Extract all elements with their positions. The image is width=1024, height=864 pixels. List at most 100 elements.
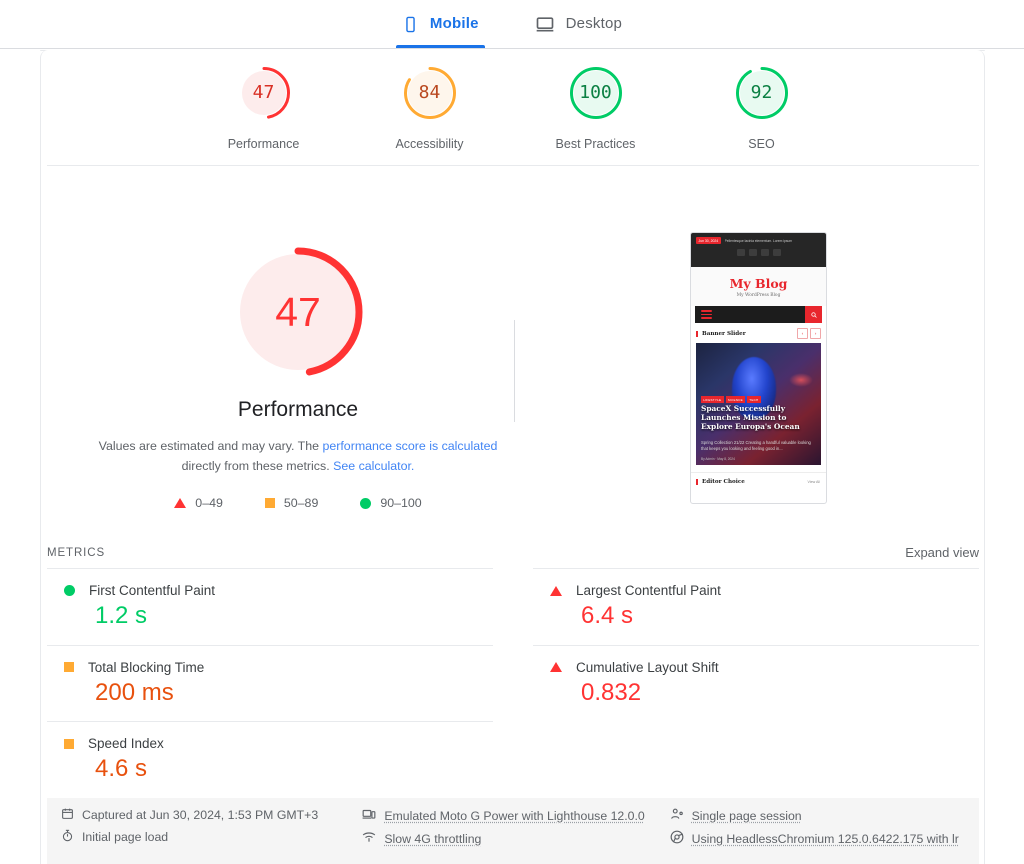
gauge-label-seo: SEO — [748, 137, 775, 151]
env-user-agent[interactable]: Using HeadlessChromium 125.0.6422.175 wi… — [670, 830, 965, 847]
metric-name-tbt: Total Blocking Time — [88, 659, 205, 675]
thumb-tag-science: SCIENCE — [725, 396, 746, 403]
thumb-section-title: Banner Slider — [696, 330, 746, 337]
gauge-label-best-practices: Best Practices — [555, 137, 636, 151]
thumb-tag-tech: TECH — [747, 396, 761, 403]
gauge-value-accessibility: 84 — [418, 82, 441, 103]
score-gauge-best-practices[interactable]: 100 Best Practices — [541, 65, 651, 151]
expand-view-button[interactable]: Expand view — [905, 545, 979, 560]
chevron-left-icon: ‹ — [797, 328, 808, 339]
thumb-social-row — [696, 249, 821, 257]
hero-gauge-value: 47 — [275, 288, 321, 335]
thumb-topbar: Jun 30, 2024 Pellentesque lacinia elemen… — [691, 233, 826, 267]
thumb-meta: By Admin · May 8, 2024 — [701, 457, 735, 461]
thumb-hero-image: LIFESTYLE SCIENCE TECH SpaceX Successful… — [696, 343, 821, 465]
metric-value-si: 4.6 s — [95, 755, 148, 783]
gauge-ring-seo: 92 — [734, 65, 790, 121]
thumb-ticker-text: Pellentesque lacinia elementum. Lorem ip… — [724, 238, 793, 243]
see-calculator-link[interactable]: See calculator. — [333, 459, 414, 473]
category-score-row: 47 Performance 84 Accessibility 100 Best… — [41, 51, 984, 165]
devices-icon — [362, 807, 376, 824]
hero-gauge: 47 — [232, 246, 364, 378]
tab-mobile[interactable]: Mobile — [395, 0, 485, 48]
env-single-page-session-text[interactable]: Single page session — [692, 809, 802, 823]
env-user-agent-text[interactable]: Using HeadlessChromium 125.0.6422.175 wi… — [692, 832, 959, 846]
metric-name-si: Speed Index — [88, 736, 164, 752]
network-icon — [362, 830, 376, 847]
thumb-brand-tagline: My WordPress Blog — [736, 293, 781, 298]
legend-range-poor: 0–49 — [195, 496, 223, 510]
thumb-headline: SpaceX Successfully Launches Mission to … — [701, 404, 800, 431]
performance-score-link[interactable]: performance score is calculated — [322, 439, 497, 453]
triangle-red-icon — [550, 662, 562, 673]
mobile-phone-icon — [402, 16, 419, 33]
env-emulated-device[interactable]: Emulated Moto G Power with Lighthouse 12… — [362, 807, 669, 824]
social-linkedin-icon — [760, 249, 769, 257]
env-single-page-session[interactable]: Single page session — [670, 807, 965, 824]
performance-hero: 47 Performance Values are estimated and … — [41, 166, 984, 538]
metric-value-cls: 0.832 — [581, 678, 642, 706]
env-throttling-text[interactable]: Slow 4G throttling — [384, 832, 481, 846]
env-throttling[interactable]: Slow 4G throttling — [362, 830, 669, 847]
environment-column-3: Single page session Using HeadlessChromi… — [670, 807, 965, 864]
thumb-section-row: Banner Slider ‹ › — [691, 323, 826, 343]
thumb-brand-block: My Blog My WordPress Blog — [691, 267, 826, 306]
hero-vertical-divider — [514, 320, 515, 422]
triangle-red-icon — [174, 498, 187, 508]
gauge-ring-best-practices: 100 — [568, 65, 624, 121]
gauge-label-performance: Performance — [227, 137, 300, 151]
metric-row-si[interactable]: Speed Index 4.6 s — [47, 721, 493, 798]
search-icon — [805, 306, 822, 323]
gauge-value-seo: 92 — [750, 82, 773, 103]
thumb-footer-link: View All — [807, 480, 820, 484]
hero-gauge-block: 47 Performance Values are estimated and … — [41, 166, 555, 538]
tab-desktop[interactable]: Desktop — [529, 0, 628, 48]
legend-range-good: 90–100 — [380, 496, 422, 510]
metric-row-tbt[interactable]: Total Blocking Time 200 ms — [47, 644, 493, 722]
chrome-icon — [670, 830, 684, 847]
social-instagram-icon — [772, 249, 781, 257]
score-gauge-performance[interactable]: 47 Performance — [209, 65, 319, 151]
triangle-red-icon — [550, 585, 562, 596]
env-initial-page-load-text: Initial page load — [82, 830, 169, 844]
metrics-column-right: Largest Contentful Paint 6.4 s Cumulativ… — [533, 568, 979, 798]
chevron-right-icon: › — [810, 328, 821, 339]
legend-item-poor: 0–49 — [174, 496, 223, 510]
legend-range-average: 50–89 — [283, 496, 319, 510]
social-facebook-icon — [748, 249, 757, 257]
legend-item-average: 50–89 — [264, 496, 319, 510]
env-captured-at: Captured at Jun 30, 2024, 1:53 PM GMT+3 — [61, 807, 362, 823]
social-x-icon — [736, 249, 745, 257]
square-orange-icon — [64, 662, 74, 673]
metric-row-cls[interactable]: Cumulative Layout Shift 0.832 — [533, 644, 979, 722]
thumb-brand-name: My Blog — [729, 276, 788, 291]
metric-row-fcp[interactable]: First Contentful Paint 1.2 s — [47, 568, 493, 645]
score-gauge-accessibility[interactable]: 84 Accessibility — [375, 65, 485, 151]
env-initial-page-load: Initial page load — [61, 829, 362, 845]
metric-name-lcp: Largest Contentful Paint — [576, 583, 721, 598]
thumb-subtext: Spring Collection 21/22 Creating a handf… — [701, 440, 811, 451]
score-legend: 0–49 50–89 90–100 — [174, 496, 422, 510]
thumb-date-pill: Jun 30, 2024 — [696, 237, 721, 245]
calendar-icon — [61, 807, 74, 823]
page-screenshot-thumbnail[interactable]: Jun 30, 2024 Pellentesque lacinia elemen… — [690, 232, 827, 504]
score-gauge-seo[interactable]: 92 SEO — [707, 65, 817, 151]
hero-title: Performance — [237, 398, 359, 421]
square-orange-icon — [264, 498, 275, 508]
circle-green-icon — [64, 585, 75, 596]
square-orange-icon — [64, 738, 74, 749]
thumb-hero-spark — [789, 373, 813, 387]
environment-column-1: Captured at Jun 30, 2024, 1:53 PM GMT+3 … — [61, 807, 362, 864]
environment-column-2: Emulated Moto G Power with Lighthouse 12… — [362, 807, 669, 864]
thumb-tag-lifestyle: LIFESTYLE — [701, 396, 724, 403]
single-user-icon — [670, 807, 684, 824]
circle-green-icon — [360, 497, 372, 509]
thumb-navbar — [695, 306, 822, 323]
metric-row-lcp[interactable]: Largest Contentful Paint 6.4 s — [533, 568, 979, 645]
desktop-monitor-icon — [535, 14, 555, 34]
metrics-grid: First Contentful Paint 1.2 s Total Block… — [47, 568, 979, 798]
stopwatch-icon — [61, 829, 74, 845]
metrics-title: METRICS — [47, 546, 106, 559]
gauge-value-performance: 47 — [252, 82, 275, 103]
env-emulated-device-text[interactable]: Emulated Moto G Power with Lighthouse 12… — [384, 809, 644, 823]
